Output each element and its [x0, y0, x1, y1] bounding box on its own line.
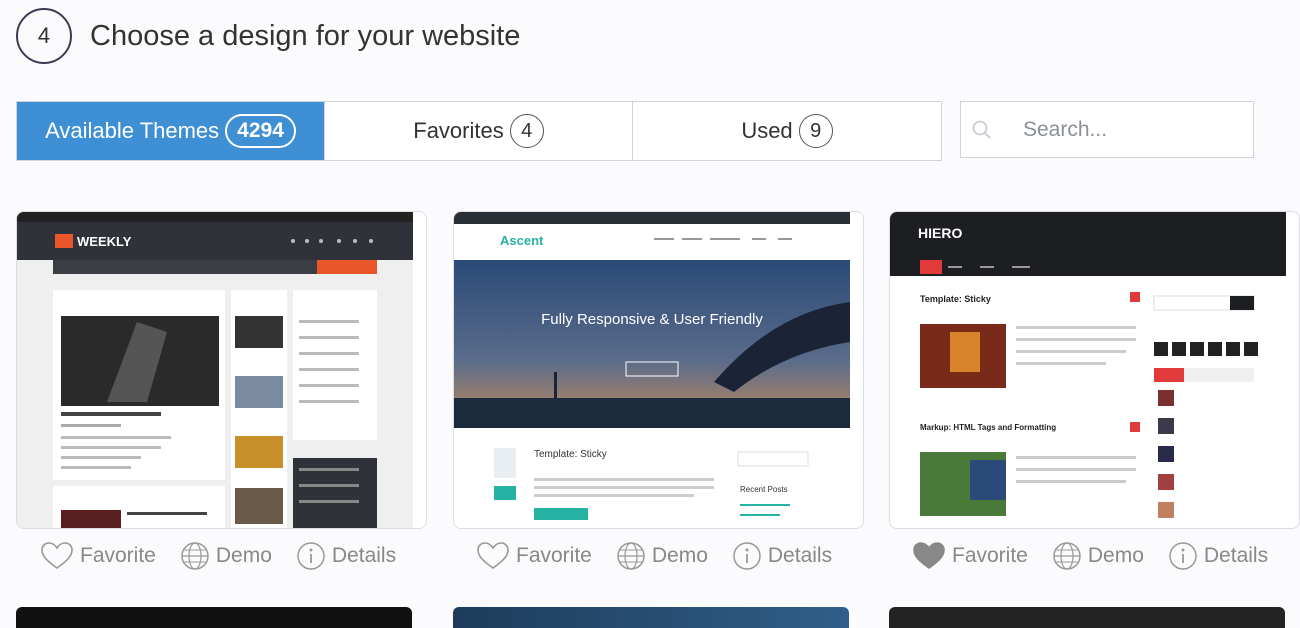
search-input[interactable]	[1023, 117, 1223, 142]
globe-icon	[1053, 542, 1081, 570]
favorite-button[interactable]: Favorite	[912, 541, 1028, 571]
theme-actions-hiero: Favorite Demo Details	[912, 536, 1292, 576]
globe-icon	[617, 542, 645, 570]
theme-card-partial[interactable]	[889, 607, 1285, 628]
theme-card-partial[interactable]	[453, 607, 849, 628]
step-title: Choose a design for your website	[90, 19, 521, 52]
heart-icon	[41, 542, 73, 569]
demo-label: Demo	[1087, 544, 1144, 567]
info-icon	[297, 542, 325, 570]
preview-post-title: Template: Sticky	[920, 294, 991, 304]
theme-card-weekly[interactable]: WEEKLY	[16, 211, 427, 529]
details-label: Details	[331, 544, 397, 567]
demo-button[interactable]: Demo	[616, 541, 708, 571]
favorite-button[interactable]: Favorite	[40, 541, 156, 571]
details-button[interactable]: Details	[296, 541, 396, 571]
favorite-label: Favorite	[952, 544, 1028, 567]
preview-post-title-2: Markup: HTML Tags and Formatting	[920, 423, 1056, 432]
preview-logo: Ascent	[500, 233, 544, 248]
favorite-button[interactable]: Favorite	[476, 541, 592, 571]
tab-count-badge: 4	[509, 114, 544, 148]
theme-actions-ascent: Favorite Demo Details	[476, 536, 856, 576]
tab-count-badge: 4294	[225, 114, 296, 148]
tab-used[interactable]: Used 9	[633, 102, 941, 160]
theme-preview-weekly: WEEKLY	[17, 212, 413, 528]
details-button[interactable]: Details	[1168, 541, 1268, 571]
globe-icon	[181, 542, 209, 570]
step-number: 4	[16, 8, 72, 64]
demo-button[interactable]: Demo	[180, 541, 272, 571]
tab-label: Favorites	[413, 118, 504, 143]
step-header: 4 Choose a design for your website	[16, 8, 520, 64]
search-icon	[972, 120, 991, 139]
tab-label: Available Themes	[45, 118, 220, 143]
theme-card-partial[interactable]	[16, 607, 412, 628]
demo-button[interactable]: Demo	[1052, 541, 1144, 571]
preview-logo: WEEKLY	[77, 234, 132, 249]
details-label: Details	[1203, 544, 1269, 567]
tab-available-themes[interactable]: Available Themes 4294	[17, 102, 325, 160]
info-icon	[733, 542, 761, 570]
details-button[interactable]: Details	[732, 541, 832, 571]
tab-label: Used	[741, 118, 793, 143]
preview-hero-text: Fully Responsive & User Friendly	[541, 311, 763, 328]
theme-card-hiero[interactable]: HIERO Template: Sticky Markup: HTML Tags…	[889, 211, 1300, 529]
favorite-label: Favorite	[516, 544, 592, 567]
theme-actions-weekly: Favorite Demo Details	[40, 536, 420, 576]
preview-logo: HIERO	[918, 225, 962, 241]
preview-sidebar-heading: Recent Posts	[740, 485, 788, 494]
favorite-label: Favorite	[80, 544, 156, 567]
theme-tabs: Available Themes 4294 Favorites 4 Used 9	[16, 101, 942, 161]
theme-preview-hiero: HIERO Template: Sticky Markup: HTML Tags…	[890, 212, 1286, 528]
demo-label: Demo	[215, 544, 272, 567]
theme-preview-ascent: Ascent Fully Responsive & User Friendly …	[454, 212, 850, 528]
tab-count-badge: 9	[798, 114, 833, 148]
theme-card-ascent[interactable]: Ascent Fully Responsive & User Friendly …	[453, 211, 864, 529]
info-icon	[1169, 542, 1197, 570]
heart-icon	[477, 542, 509, 569]
tab-favorites[interactable]: Favorites 4	[325, 102, 633, 160]
theme-search	[960, 101, 1254, 158]
details-label: Details	[767, 544, 833, 567]
preview-post-title: Template: Sticky	[534, 449, 607, 460]
heart-filled-icon	[913, 542, 945, 569]
demo-label: Demo	[651, 544, 708, 567]
